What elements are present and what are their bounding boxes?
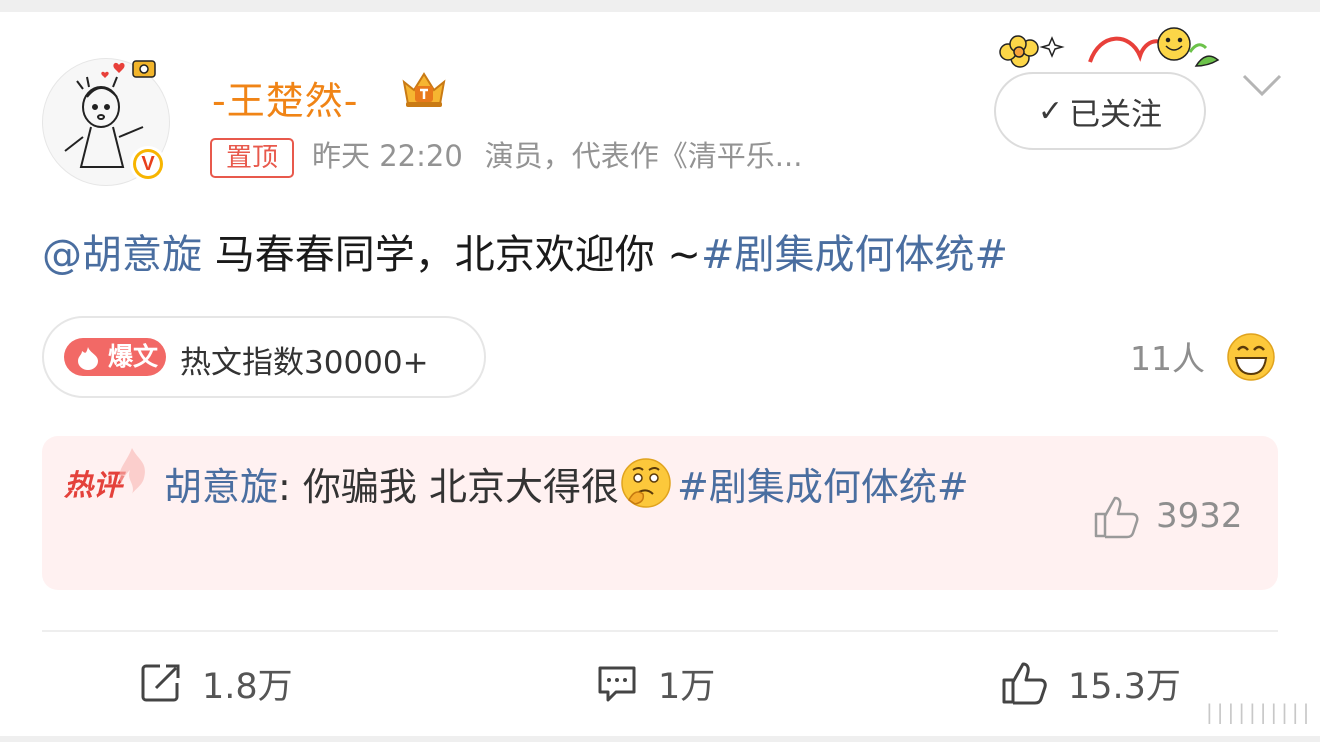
like-icon	[1002, 662, 1047, 705]
crown-icon[interactable]	[396, 68, 452, 110]
weibo-post-card: V -王楚然- 置顶 昨天 22:20 演员，代表作《清平乐... ✓ 已关注 …	[0, 0, 1320, 742]
hot-comment-text: 胡意旋: 你骗我 北京大得很 #剧集成何体统#	[164, 456, 1024, 516]
hot-index-pill[interactable]: 爆文 热文指数30000+	[42, 316, 486, 398]
content-text: 马春春同学，北京欢迎你 ~	[202, 232, 701, 278]
hot-tag: 爆文	[64, 338, 166, 376]
check-icon: ✓	[1037, 93, 1064, 129]
hot-index-text: 热文指数30000+	[180, 345, 429, 381]
hot-tag-label: 爆文	[108, 342, 159, 371]
comment-icon	[598, 666, 636, 702]
comment-separator: :	[278, 465, 303, 509]
post-content: @胡意旋 马春春同学，北京欢迎你 ~#剧集成何体统#	[42, 222, 1008, 280]
topic-link[interactable]: #剧集成何体统#	[701, 232, 1008, 278]
like-count: 15.3万	[1068, 666, 1181, 707]
grin-emoji-icon[interactable]	[1226, 332, 1276, 382]
bottom-separator	[0, 736, 1320, 742]
post-time: 昨天 22:20	[312, 139, 463, 173]
comment-topic-link[interactable]: #剧集成何体统#	[677, 465, 969, 509]
divider	[42, 630, 1278, 632]
reactors-count[interactable]: 11人	[1130, 332, 1205, 380]
mention-link[interactable]: @胡意旋	[42, 232, 202, 278]
verified-v-icon: V	[133, 149, 163, 179]
chevron-down-icon[interactable]	[1240, 70, 1284, 100]
follow-button-label: 已关注	[1069, 96, 1163, 133]
comment-author[interactable]: 胡意旋	[164, 465, 278, 509]
author-name[interactable]: -王楚然-	[212, 70, 358, 125]
verified-badge: V	[130, 146, 166, 182]
author-bio: 演员，代表作《清平乐...	[484, 139, 803, 173]
follow-button[interactable]: ✓ 已关注	[994, 72, 1206, 150]
comment-button[interactable]: 1万	[596, 658, 715, 708]
pinned-badge: 置顶	[210, 138, 294, 178]
like-thumb-icon[interactable]	[1092, 494, 1140, 540]
thinking-emoji-icon	[621, 458, 671, 508]
post-meta: 昨天 22:20 演员，代表作《清平乐...	[312, 138, 802, 174]
repost-icon	[141, 664, 180, 702]
like-button[interactable]: 15.3万	[1000, 658, 1181, 708]
watermark: ||||||||||	[1206, 700, 1314, 724]
repost-button[interactable]: 1.8万	[140, 658, 293, 708]
top-separator	[0, 0, 1320, 12]
hot-comment-like-count: 3932	[1156, 496, 1243, 536]
comment-count: 1万	[658, 666, 716, 707]
flame-icon	[78, 347, 98, 370]
repost-count: 1.8万	[202, 666, 293, 707]
flame-decoration-icon	[119, 448, 145, 494]
hot-comment-card[interactable]: 热评 胡意旋: 你骗我 北京大得很 #剧集成何体统# 3932	[42, 436, 1278, 590]
comment-body: 你骗我 北京大得很	[302, 465, 619, 509]
